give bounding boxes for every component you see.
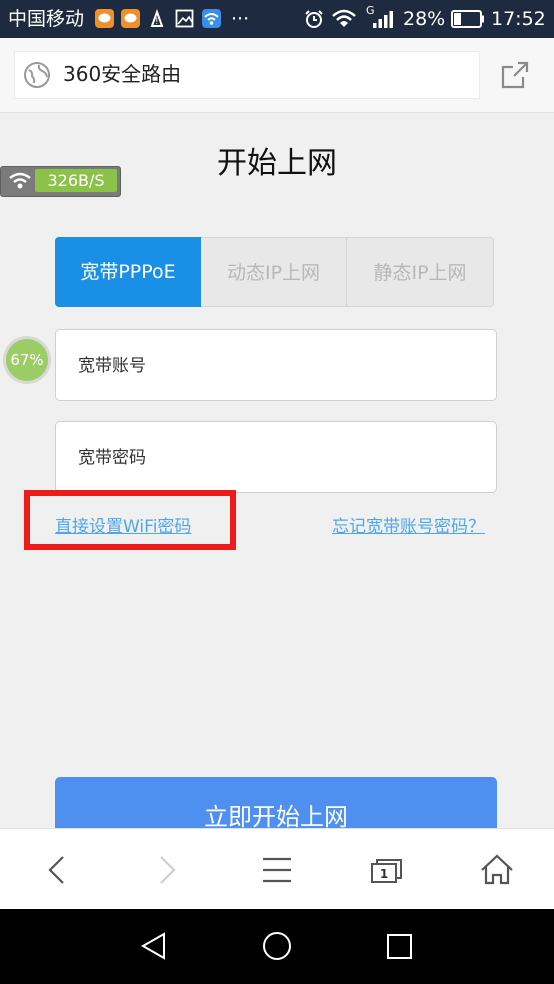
message-notification-icon [121, 9, 140, 28]
battery-percent: 28% [403, 8, 446, 30]
clean-notification-icon: ! [148, 9, 167, 28]
more-notifications-indicator: ··· [231, 8, 250, 30]
globe-icon [23, 61, 51, 93]
home-circle-icon [263, 932, 291, 960]
forward-arrow-icon [160, 856, 176, 884]
recents-square-icon [387, 934, 412, 959]
wifi-signal-icon [331, 9, 357, 28]
browser-address-bar: 360安全路由 [0, 38, 554, 113]
wifi-icon [8, 171, 32, 195]
tab-pppoe[interactable]: 宽带PPPoE [55, 237, 201, 307]
svg-text:!: ! [155, 17, 159, 27]
password-placeholder: 宽带密码 [78, 448, 146, 468]
browser-toolbar: 1 [0, 828, 554, 910]
set-wifi-password-link[interactable]: 直接设置WiFi密码 [55, 516, 191, 538]
wifi-notification-icon [202, 9, 221, 28]
tabs-button[interactable]: 1 [332, 829, 442, 910]
system-back-button[interactable] [124, 921, 184, 971]
cell-signal-icon [372, 9, 394, 28]
tab-dynamic-ip[interactable]: 动态IP上网 [201, 237, 347, 307]
tab-static-ip[interactable]: 静态IP上网 [347, 237, 494, 307]
progress-badge[interactable]: 67% [3, 336, 51, 384]
image-notification-icon [175, 9, 194, 28]
forward-button[interactable] [110, 829, 220, 910]
share-icon[interactable] [499, 59, 531, 95]
status-bar: 中国移动 ! ··· G 28% 17:52 [0, 0, 554, 38]
carrier-name: 中国移动 [8, 8, 85, 30]
alarm-icon [304, 9, 323, 28]
broadband-account-input[interactable]: 宽带账号 [55, 329, 497, 401]
back-triangle-icon [140, 932, 165, 960]
page-title-in-address-bar: 360安全路由 [63, 62, 182, 86]
account-placeholder: 宽带账号 [78, 356, 146, 376]
clock: 17:52 [491, 8, 546, 30]
network-speed-value: 326B/S [35, 169, 117, 192]
system-navigation-bar [0, 909, 554, 984]
home-icon [481, 854, 513, 885]
message-notification-icon [95, 9, 114, 28]
url-field[interactable]: 360安全路由 [14, 51, 480, 99]
menu-icon [263, 857, 291, 883]
back-button[interactable] [0, 829, 110, 910]
network-speed-widget[interactable]: 326B/S [0, 166, 121, 197]
broadband-password-input[interactable]: 宽带密码 [55, 421, 497, 493]
menu-button[interactable] [222, 829, 332, 910]
forgot-account-password-link[interactable]: 忘记宽带账号密码？ [332, 516, 485, 538]
home-button[interactable] [442, 829, 552, 910]
system-home-button[interactable] [247, 921, 307, 971]
system-recents-button[interactable] [369, 921, 429, 971]
back-arrow-icon [48, 856, 64, 884]
battery-icon [451, 10, 485, 29]
tab-count: 1 [379, 867, 389, 881]
